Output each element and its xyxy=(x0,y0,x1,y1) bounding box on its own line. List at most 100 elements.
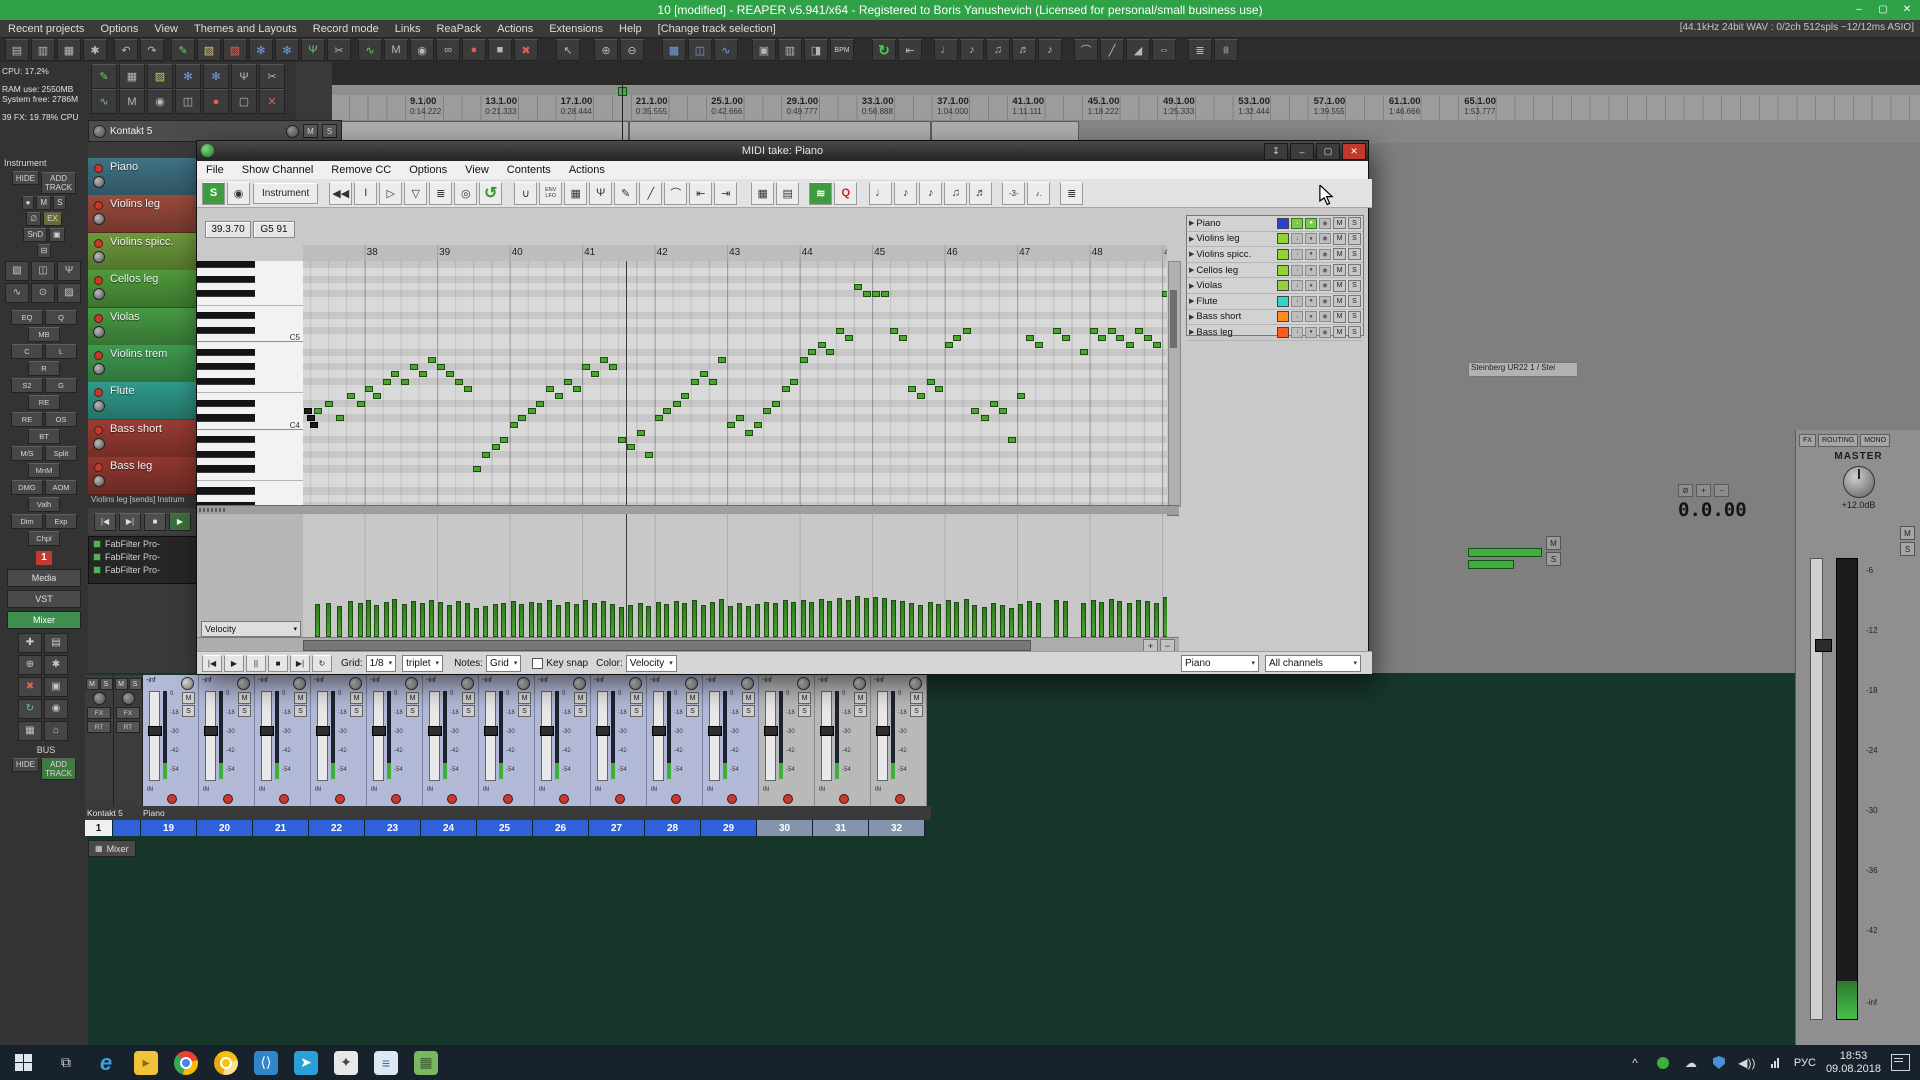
close-button[interactable]: ✕ xyxy=(1896,1,1918,18)
velocity-bar[interactable] xyxy=(501,603,506,637)
piano-key[interactable] xyxy=(197,451,303,458)
record-arm-icon[interactable] xyxy=(94,463,103,472)
velocity-bar[interactable] xyxy=(837,598,842,637)
master-mute-button-2[interactable]: M xyxy=(1900,526,1915,540)
repeat-button[interactable]: ↻ xyxy=(312,655,332,672)
hide-button-2[interactable]: HIDE xyxy=(12,758,39,772)
track-color-swatch[interactable] xyxy=(1277,296,1289,307)
mixer-channel-26[interactable]: -infMS0-18-30-42-54IN xyxy=(535,675,591,806)
mixer-number-29[interactable]: 29 xyxy=(701,820,757,836)
piano-key[interactable] xyxy=(197,444,303,451)
midi-note[interactable] xyxy=(464,386,472,392)
midi-maximize-button[interactable]: ▢ xyxy=(1316,143,1340,160)
record-icon[interactable]: ◉ xyxy=(1319,265,1331,276)
hide-button[interactable]: HIDE xyxy=(12,171,39,185)
midi-note[interactable] xyxy=(1126,342,1134,348)
piano-key[interactable] xyxy=(197,400,303,407)
network-icon[interactable] xyxy=(1766,1054,1784,1072)
midi-track-solo[interactable]: S xyxy=(1348,280,1361,292)
link-icon[interactable]: ↓ xyxy=(1291,265,1303,276)
solo-button[interactable]: S xyxy=(322,124,337,138)
midi-note[interactable] xyxy=(981,415,989,421)
midi-track-row-violins-spicc-[interactable]: ▶Violins spicc.↓●◉MS xyxy=(1187,247,1363,263)
velocity-bar[interactable] xyxy=(1127,603,1132,637)
mixer-number-22[interactable]: 22 xyxy=(309,820,365,836)
velocity-bar[interactable] xyxy=(764,602,769,637)
piano-key[interactable] xyxy=(197,356,303,363)
midi-note[interactable] xyxy=(872,291,880,297)
midi-note[interactable] xyxy=(1080,349,1088,355)
draw-pencil-icon[interactable]: ✎ xyxy=(171,39,195,61)
split-tool-icon[interactable]: Ψ xyxy=(301,39,325,61)
piano-key[interactable] xyxy=(197,436,303,443)
midi-note[interactable] xyxy=(555,393,563,399)
notepad-icon[interactable]: ≡ xyxy=(366,1045,406,1080)
edge-icon[interactable]: e xyxy=(86,1045,126,1080)
master-fader[interactable] xyxy=(1810,558,1823,1020)
velocity-bar[interactable] xyxy=(918,605,923,637)
midi-vertical-scrollbar[interactable] xyxy=(1168,261,1181,507)
master-solo-button[interactable]: S xyxy=(1546,552,1561,566)
selected-notes-button[interactable]: S xyxy=(202,182,225,205)
velocity-bar[interactable] xyxy=(1099,602,1104,637)
midi-menu-item-1[interactable]: Show Channel xyxy=(233,164,323,176)
velocity-bar[interactable] xyxy=(556,605,561,637)
velocity-bar[interactable] xyxy=(909,603,914,637)
midi-note[interactable] xyxy=(401,379,409,385)
channel-filter-select[interactable]: All channels▾ xyxy=(1265,655,1361,672)
velocity-bar[interactable] xyxy=(392,599,397,637)
midi-note[interactable] xyxy=(528,408,536,414)
timeline-ruler[interactable]: 9.1.000:14.22213.1.000:21.33317.1.000:28… xyxy=(330,95,1920,121)
piano-key[interactable] xyxy=(197,268,303,275)
midi-measure-ruler[interactable]: 383940414243444546474849 xyxy=(303,245,1167,262)
velocity-bar[interactable] xyxy=(991,603,996,637)
fader-handle[interactable] xyxy=(428,726,442,736)
preset-1-button[interactable]: 1 xyxy=(36,551,52,565)
pan-knob-icon[interactable] xyxy=(93,692,106,705)
midi-note[interactable] xyxy=(419,371,427,377)
swing-select[interactable]: triplet▾ xyxy=(402,655,443,672)
velocity-bar[interactable] xyxy=(1136,600,1141,637)
rail-button-split[interactable]: Split xyxy=(45,446,77,461)
task-view-icon[interactable]: ⧉ xyxy=(46,1045,86,1080)
pan-knob-icon[interactable] xyxy=(517,677,530,690)
pan-knob-icon[interactable] xyxy=(122,692,135,705)
grid-icon[interactable]: ▦ xyxy=(119,64,145,89)
midi-note[interactable] xyxy=(899,335,907,341)
velocity-bar[interactable] xyxy=(773,603,778,637)
midi-track-solo[interactable]: S xyxy=(1348,217,1361,229)
velocity-bar[interactable] xyxy=(547,600,552,637)
velocity-bar[interactable] xyxy=(1036,603,1041,637)
midi-note[interactable] xyxy=(365,386,373,392)
fx-button[interactable]: FX xyxy=(87,707,111,719)
master-pan-knob[interactable] xyxy=(1843,466,1875,498)
midi-note[interactable] xyxy=(492,444,500,450)
midi-note[interactable] xyxy=(953,335,961,341)
record-arm-icon[interactable] xyxy=(167,794,177,804)
mixer-number-23[interactable]: 23 xyxy=(365,820,421,836)
rail-button-r[interactable]: R xyxy=(28,361,60,376)
pad-icon[interactable]: ▨ xyxy=(57,283,81,303)
redo-icon[interactable]: ↷ xyxy=(140,39,164,61)
chrome-icon[interactable] xyxy=(166,1045,206,1080)
piano-key[interactable] xyxy=(197,312,303,319)
velocity-bar[interactable] xyxy=(601,601,606,637)
mixer-channel-30[interactable]: -infMS0-18-30-42-54IN xyxy=(759,675,815,806)
velocity-bar[interactable] xyxy=(348,601,353,637)
link-icon[interactable]: ↓ xyxy=(1291,280,1303,291)
quantize-icon[interactable]: Q xyxy=(834,182,857,205)
mute-button[interactable]: M xyxy=(86,678,99,690)
mixer-channel-19[interactable]: -infMS0-18-30-42-54IN xyxy=(143,675,199,806)
velocity-bar[interactable] xyxy=(315,604,320,637)
record-icon[interactable]: ◉ xyxy=(1319,296,1331,307)
delete-icon[interactable]: ✖ xyxy=(18,677,42,697)
record-arm-icon[interactable] xyxy=(503,794,513,804)
volume-knob-icon[interactable] xyxy=(93,363,105,375)
midi-note[interactable] xyxy=(963,328,971,334)
pan-knob-icon[interactable] xyxy=(349,677,362,690)
lock-icon[interactable]: ● xyxy=(1305,280,1317,291)
pan-knob-icon[interactable] xyxy=(685,677,698,690)
note-dotted-icon[interactable]: ♬ xyxy=(1012,39,1036,61)
midi-note[interactable] xyxy=(863,291,871,297)
velocity-bar[interactable] xyxy=(701,605,706,637)
